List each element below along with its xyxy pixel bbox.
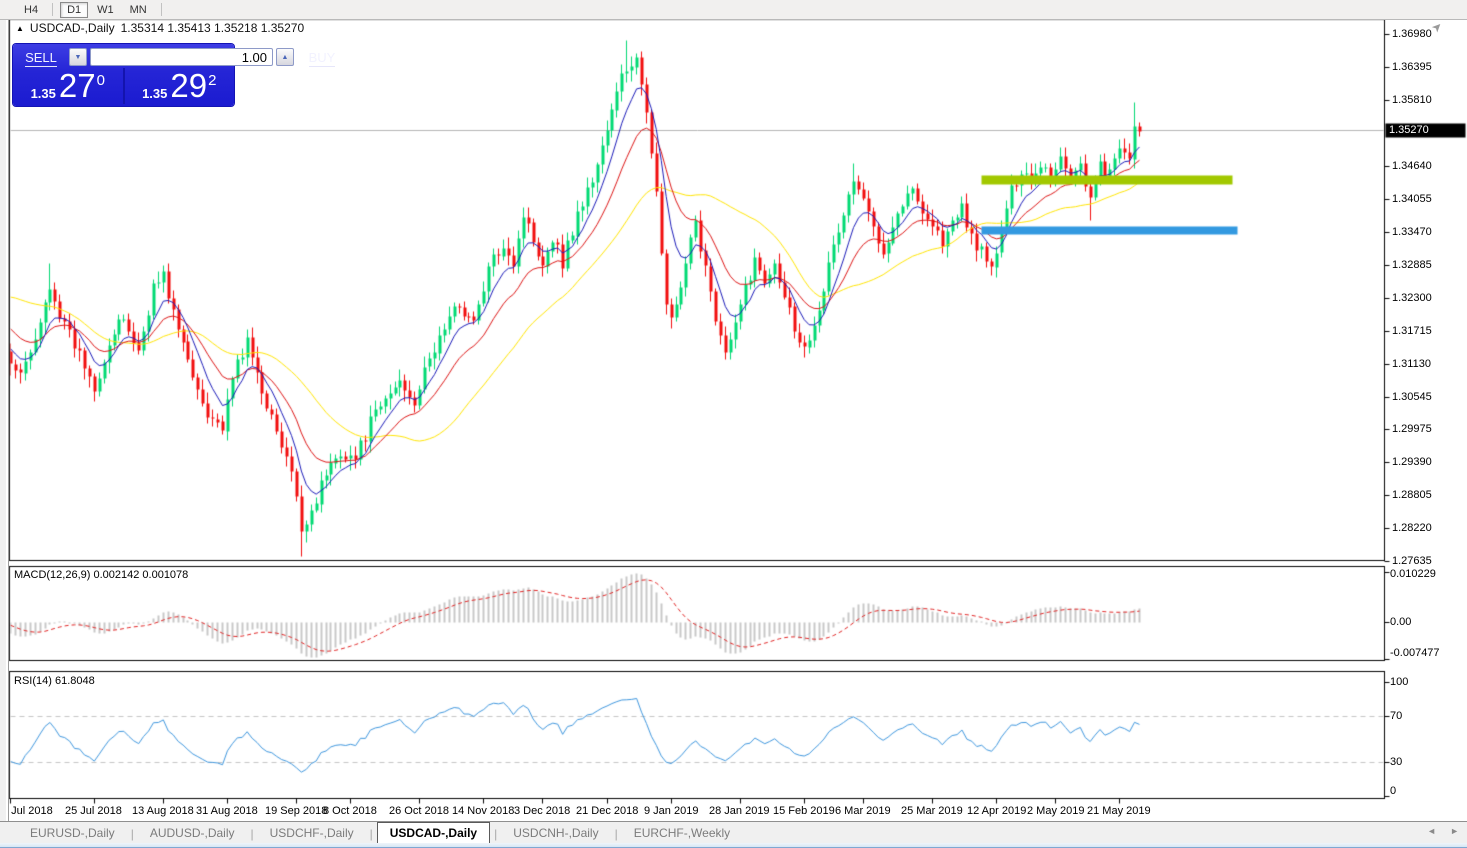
date-tick-label: 6 Jul 2018 <box>2 805 53 817</box>
volume-input[interactable] <box>90 48 273 66</box>
date-tick-label: 9 Jan 2019 <box>644 805 698 817</box>
sell-price-base: 1.35 <box>31 86 56 101</box>
macd-tick-label: 0.00 <box>1390 616 1411 628</box>
sell-button-label: SELL <box>25 50 57 67</box>
tab-separator: | <box>615 825 618 844</box>
tab-separator: | <box>131 825 134 844</box>
date-tick-label: 3 Dec 2018 <box>514 805 570 817</box>
toolbar-separator <box>161 3 162 16</box>
timeframe-button-h4[interactable]: H4 <box>17 2 45 18</box>
chart-tab-eurusd[interactable]: EURUSD-,Daily <box>18 823 127 844</box>
date-tick-label: 8 Oct 2018 <box>323 805 377 817</box>
tab-scroll-left-icon[interactable]: ◄ <box>1427 826 1436 836</box>
window-splitter[interactable] <box>0 20 9 845</box>
date-tick-label: 25 Jul 2018 <box>65 805 122 817</box>
price-tick-label: 1.28805 <box>1392 489 1432 501</box>
date-tick-label: 25 Mar 2019 <box>901 805 963 817</box>
ohlc-quote: 1.35314 1.35413 1.35218 1.35270 <box>121 21 305 35</box>
macd-indicator-label: MACD(12,26,9) 0.002142 0.001078 <box>14 569 188 581</box>
chart-tab-usdcnh[interactable]: USDCNH-,Daily <box>501 823 610 844</box>
price-tick-label: 1.29390 <box>1392 456 1432 468</box>
date-tick-label: 14 Nov 2018 <box>452 805 514 817</box>
tab-scroll-controls: ◄ ► <box>1427 826 1459 836</box>
rsi-tick-label: 100 <box>1390 676 1408 688</box>
tab-separator: | <box>370 825 373 844</box>
price-tick-label: 1.30545 <box>1392 391 1432 403</box>
triangle-down-icon: ▼ <box>75 54 82 61</box>
date-tick-label: 15 Feb 2019 <box>773 805 835 817</box>
rsi-indicator-label: RSI(14) 61.8048 <box>14 675 95 687</box>
date-tick-label: 13 Aug 2018 <box>132 805 194 817</box>
triangle-up-icon: ▲ <box>282 54 289 61</box>
tab-separator: | <box>494 825 497 844</box>
price-tick-label: 1.29975 <box>1392 423 1432 435</box>
volume-decrease-button[interactable]: ▼ <box>69 48 87 66</box>
price-tick-label: 1.34055 <box>1392 193 1432 205</box>
chart-tab-eurchf[interactable]: EURCHF-,Weekly <box>622 823 742 844</box>
collapse-panel-icon[interactable]: ▲ <box>16 24 24 33</box>
buy-price-pips: 29 <box>170 71 207 101</box>
date-tick-label: 21 May 2019 <box>1087 805 1151 817</box>
rsi-tick-label: 30 <box>1390 756 1402 768</box>
one-click-trading-panel: SELL ▼ ▲ BUY 1.35 27 0 1.35 29 2 <box>13 44 234 106</box>
date-tick-label: 19 Sep 2018 <box>265 805 327 817</box>
chart-tab-audusd[interactable]: AUDUSD-,Daily <box>138 823 247 844</box>
price-tick-label: 1.33470 <box>1392 226 1432 238</box>
date-tick-label: 31 Aug 2018 <box>196 805 258 817</box>
price-tick-label: 1.35810 <box>1392 94 1432 106</box>
chart-tab-usdchf[interactable]: USDCHF-,Daily <box>258 823 366 844</box>
sell-price-point: 0 <box>97 72 105 89</box>
price-tick-label: 1.28220 <box>1392 522 1432 534</box>
price-tick-label: 1.32300 <box>1392 292 1432 304</box>
toolbar-separator <box>52 3 53 16</box>
symbol-header: ▲ USDCAD-,Daily 1.35314 1.35413 1.35218 … <box>16 21 304 35</box>
price-tick-label: 1.34640 <box>1392 160 1432 172</box>
price-tick-label: 1.31130 <box>1392 358 1431 370</box>
symbol-title: USDCAD-,Daily <box>30 21 115 35</box>
rsi-tick-label: 0 <box>1390 785 1396 797</box>
date-tick-label: 28 Jan 2019 <box>709 805 770 817</box>
status-strip <box>0 843 1467 848</box>
macd-tick-label: 0.010229 <box>1390 568 1436 580</box>
sell-button[interactable]: SELL <box>16 50 66 65</box>
price-tick-label: 1.36395 <box>1392 61 1432 73</box>
buy-price-base: 1.35 <box>142 86 167 101</box>
buy-price-point: 2 <box>208 72 216 89</box>
rsi-tick-label: 70 <box>1390 710 1402 722</box>
macd-tick-label: -0.007477 <box>1390 647 1440 659</box>
sell-price-display[interactable]: 1.35 27 0 <box>13 68 123 104</box>
date-tick-label: 26 Oct 2018 <box>389 805 449 817</box>
volume-increase-button[interactable]: ▲ <box>276 48 294 66</box>
price-tick-label: 1.32885 <box>1392 259 1432 271</box>
timeframe-button-w1[interactable]: W1 <box>90 2 121 18</box>
timeframe-toolbar: H4 D1W1MN <box>0 0 1467 20</box>
date-tick-label: 12 Apr 2019 <box>967 805 1026 817</box>
buy-button-label: BUY <box>309 50 336 67</box>
date-tick-label: 21 Dec 2018 <box>576 805 638 817</box>
tab-separator: | <box>251 825 254 844</box>
timeframe-button-d1[interactable]: D1 <box>60 2 88 18</box>
chart-tab-usdcad[interactable]: USDCAD-,Daily <box>377 822 490 845</box>
buy-price-display[interactable]: 1.35 29 2 <box>123 68 235 104</box>
chart-tab-bar: EURUSD-,Daily|AUDUSD-,Daily|USDCHF-,Dail… <box>0 821 1467 844</box>
buy-button[interactable]: BUY <box>297 50 347 65</box>
date-tick-label: 6 Mar 2019 <box>835 805 891 817</box>
price-tick-label: 1.27635 <box>1392 555 1432 567</box>
date-tick-label: 2 May 2019 <box>1027 805 1084 817</box>
timeframe-button-mn[interactable]: MN <box>123 2 154 18</box>
tab-scroll-right-icon[interactable]: ► <box>1450 826 1459 836</box>
price-tick-label: 1.31715 <box>1392 325 1432 337</box>
current-price-badge: 1.35270 <box>1389 124 1429 136</box>
terminal-window: H4 D1W1MN ▲ USDCAD-,Daily 1.35314 1.35413… <box>0 0 1467 848</box>
price-tick-label: 1.36980 <box>1392 28 1432 40</box>
chart-canvas[interactable] <box>0 0 1467 848</box>
sell-price-pips: 27 <box>59 71 96 101</box>
